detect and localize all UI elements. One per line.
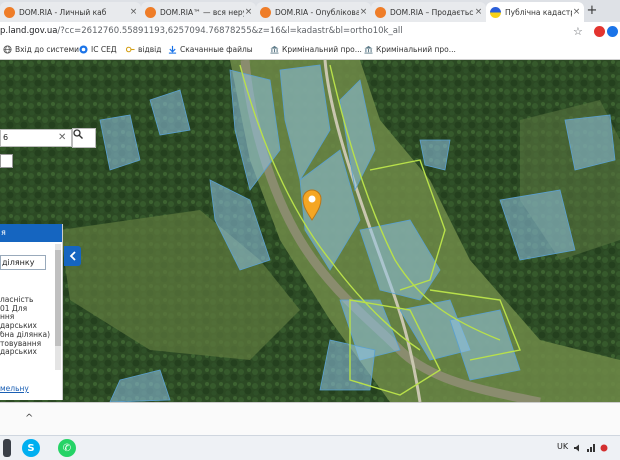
tab-title: DOM.RIA™ — вся неру [160, 7, 244, 17]
url-path: /?cc=2612760.55891193,6257094.76878255&z… [57, 26, 403, 36]
clear-search-icon[interactable]: ✕ [58, 132, 66, 143]
bookmark-criminal-2[interactable]: Кримінальний про... [364, 45, 456, 54]
detail-line: ласність [0, 296, 34, 304]
detail-line: ння [0, 313, 15, 322]
domria-favicon-icon [260, 6, 271, 18]
chevron-left-icon [69, 251, 76, 261]
land-registry-link[interactable]: мельну [0, 384, 29, 393]
detail-line: дарських [0, 348, 37, 357]
parcel-info-panel: я ділянку ласність 01 Для ння дарських б… [0, 224, 63, 400]
bookmarks-bar: Вхід до системи ІС СЕД відвід Скачанные … [0, 42, 620, 60]
detail-line: дарських [0, 322, 37, 331]
bookmark-sed[interactable]: ІС СЕД [79, 45, 117, 54]
tab-domria-cabinet[interactable]: DOM.RIA - Личный каб × [0, 2, 141, 22]
profile-icon[interactable] [607, 26, 618, 37]
bookmark-login[interactable]: Вхід до системи [3, 45, 79, 54]
bookmark-criminal-1[interactable]: Кримінальний про... [270, 45, 362, 54]
tab-title: DOM.RIA - Опублікова [275, 7, 359, 17]
bookmark-label: Кримінальний про... [376, 45, 456, 54]
whatsapp-icon[interactable]: ✆ [58, 439, 76, 457]
domria-favicon-icon [4, 6, 15, 18]
tab-domria-sale[interactable]: DOM.RIA – Продається × [371, 2, 486, 22]
parcel-details: ласність 01 Для ння дарських бна ділянка… [0, 296, 54, 357]
ukraine-flag-icon [490, 6, 501, 18]
tab-domria-all[interactable]: DOM.RIA™ — вся неру × [141, 2, 256, 22]
sed-icon [79, 45, 88, 54]
satellite-imagery [0, 60, 620, 402]
bookmark-label: відвід [138, 45, 162, 54]
bookmark-vidvid[interactable]: відвід [126, 45, 161, 54]
url-field[interactable]: p.land.gov.ua/?cc=2612760.55891193,62570… [0, 26, 403, 36]
taskbar-edge-icon[interactable] [3, 439, 11, 457]
search-icon [73, 129, 83, 139]
tab-domria-published[interactable]: DOM.RIA - Опублікова × [256, 2, 371, 22]
bookmark-label: Скачанные файлы [180, 45, 253, 54]
notification-icon[interactable] [600, 444, 608, 452]
tab-title: DOM.RIA – Продається [390, 7, 474, 17]
globe-icon [3, 45, 12, 54]
chevron-up-icon[interactable]: ^ [25, 413, 33, 424]
close-icon[interactable]: × [359, 7, 368, 17]
address-bar[interactable]: p.land.gov.ua/?cc=2612760.55891193,62570… [0, 22, 620, 42]
bookmark-star-icon[interactable]: ☆ [573, 25, 583, 38]
bookmark-label: ІС СЕД [91, 45, 117, 54]
panel-scroll-thumb[interactable] [55, 250, 61, 346]
collapse-panel-button[interactable] [64, 246, 81, 266]
key-icon [126, 46, 135, 53]
network-icon[interactable] [587, 444, 595, 452]
keyboard-language[interactable]: UK [557, 442, 568, 451]
url-domain: p.land.gov.ua [0, 26, 58, 36]
domria-favicon-icon [375, 6, 386, 18]
detail-line: 01 Для [0, 304, 28, 313]
speaker-icon[interactable] [574, 444, 582, 452]
tab-title: DOM.RIA - Личный каб [19, 7, 107, 17]
domria-favicon-icon [145, 6, 156, 18]
new-tab-button[interactable]: + [585, 3, 599, 18]
bookmark-label: Вхід до системи [15, 45, 80, 54]
bookmark-downloads[interactable]: Скачанные файлы [168, 45, 253, 54]
download-bar: ^ [0, 402, 620, 435]
close-icon[interactable]: × [572, 7, 581, 17]
court-icon [270, 45, 279, 54]
close-icon[interactable]: × [244, 7, 253, 17]
close-icon[interactable]: × [474, 7, 483, 17]
tab-strip: DOM.RIA - Личный каб × DOM.RIA™ — вся не… [0, 0, 620, 22]
cadastral-map[interactable]: 6 ✕ [0, 60, 620, 402]
skype-icon[interactable]: S [22, 439, 40, 457]
layers-button[interactable] [0, 154, 13, 168]
court-icon [364, 45, 373, 54]
tab-title: Публічна кадастрова к [505, 7, 572, 17]
info-type-select[interactable]: ділянку [0, 255, 46, 270]
close-icon[interactable]: × [129, 7, 138, 17]
detail-line: бна ділянка) [0, 330, 51, 339]
download-icon [168, 45, 177, 54]
extension-icon[interactable] [594, 26, 605, 37]
os-taskbar: S ✆ UK [0, 435, 620, 460]
search-button[interactable] [72, 128, 96, 148]
detail-line: товування [0, 339, 42, 348]
tab-cadastral-map[interactable]: Публічна кадастрова к × [486, 2, 584, 22]
bookmark-label: Кримінальний про... [282, 45, 362, 54]
panel-title: я [0, 224, 62, 242]
